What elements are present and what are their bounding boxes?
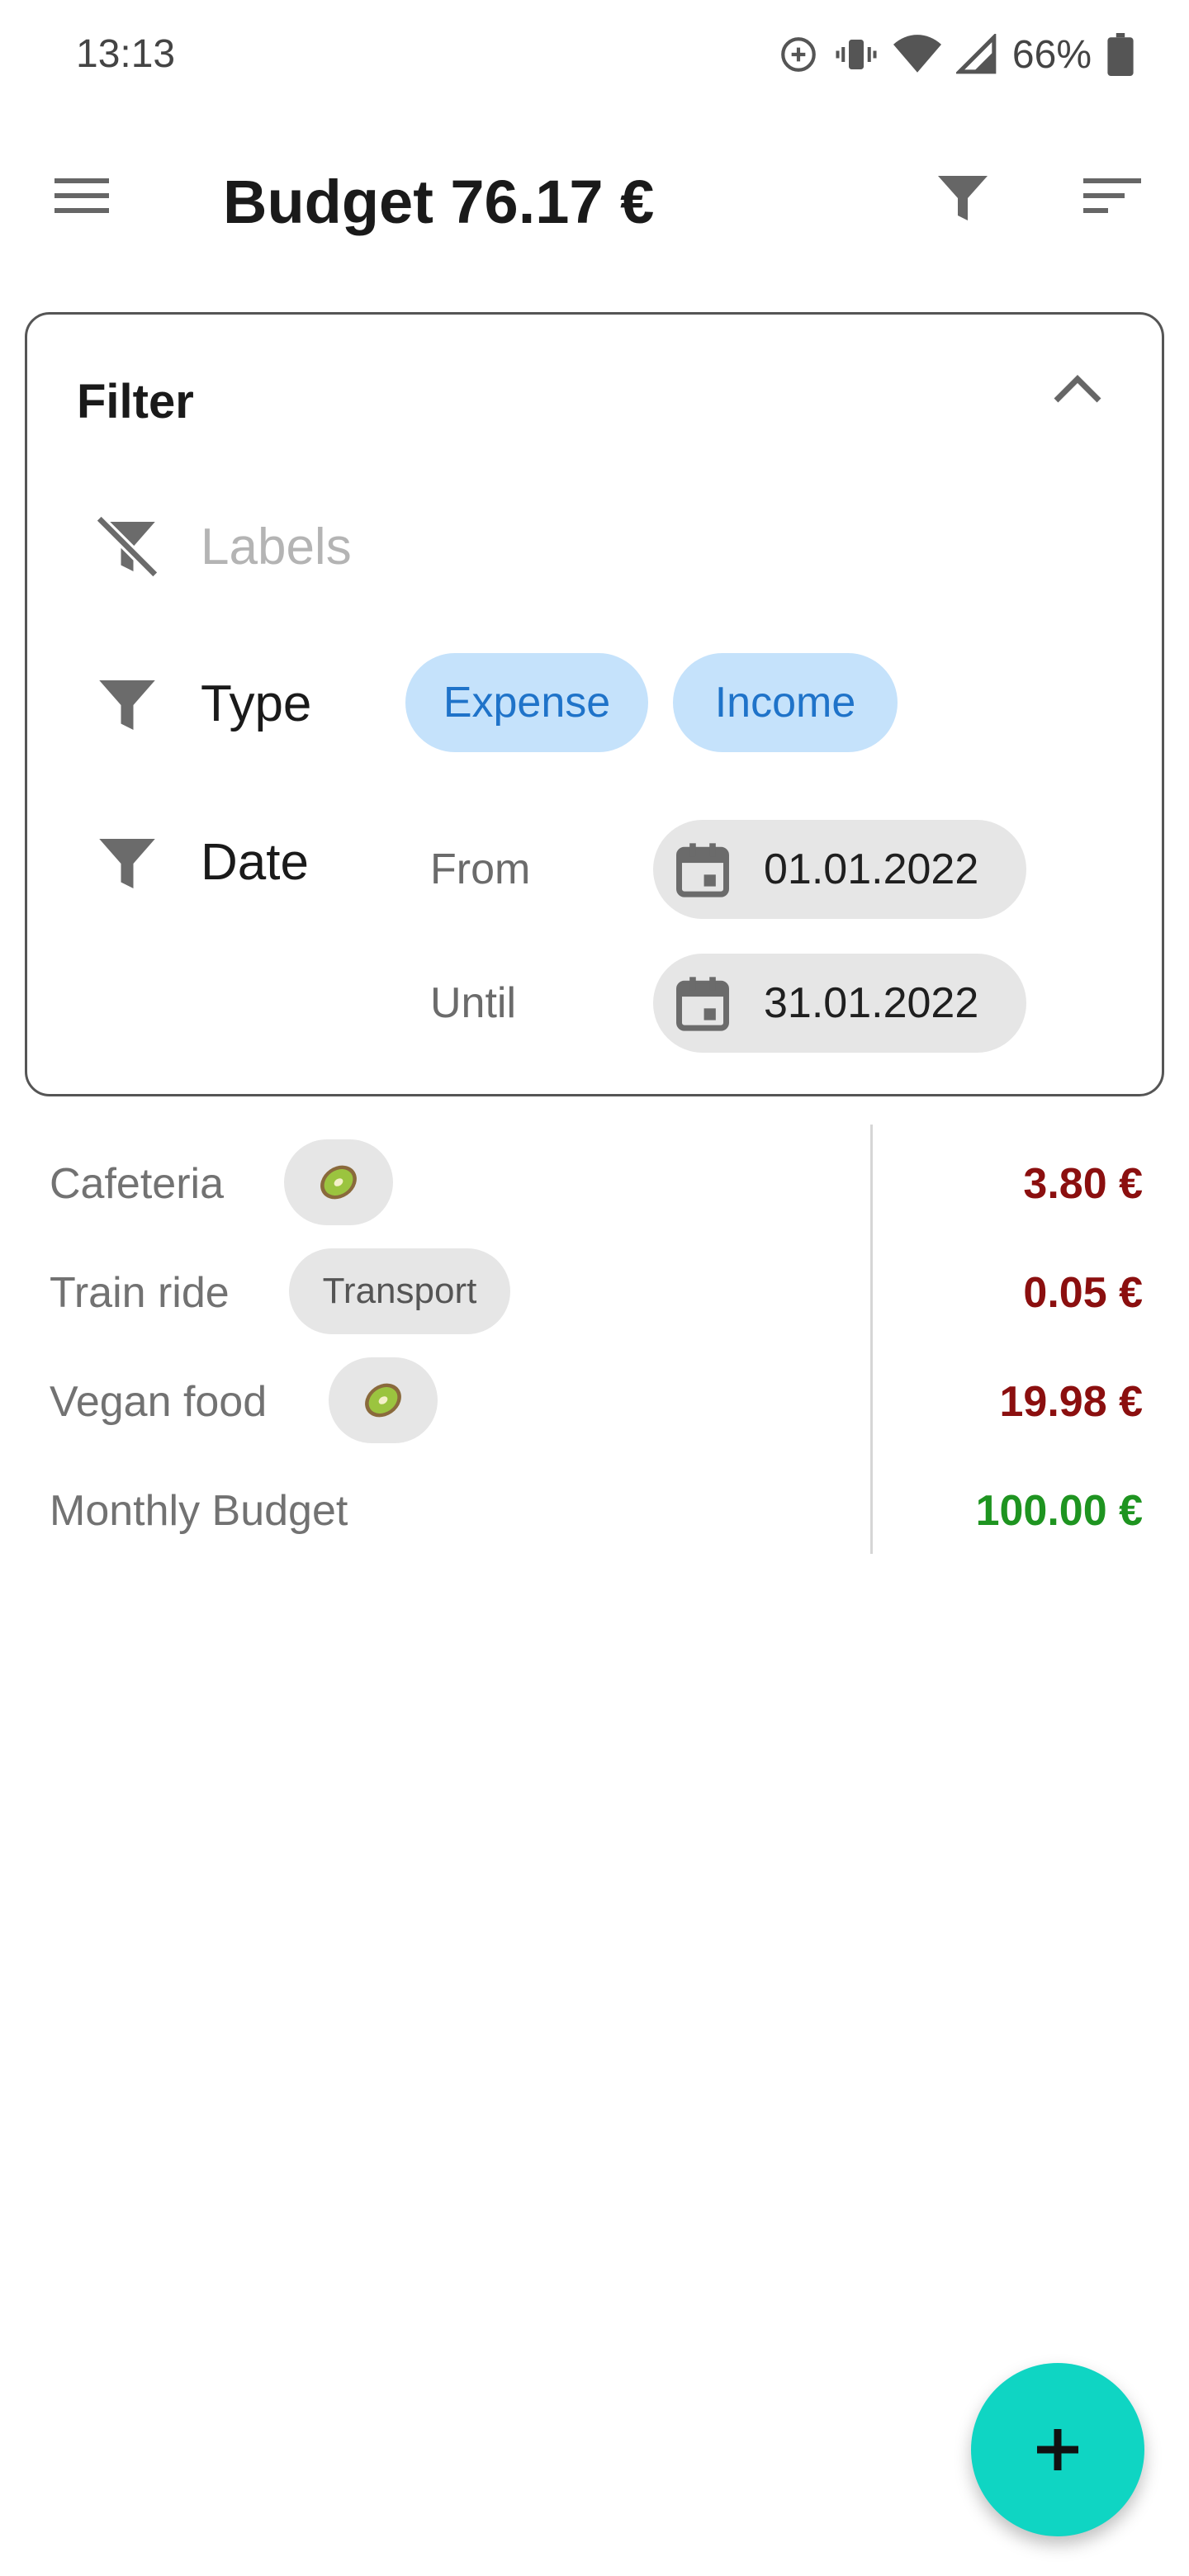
label-chip-kiwi[interactable]	[329, 1357, 438, 1443]
screen: 13:13 66% Budget 76.17 € Filter Labels T…	[0, 0, 1189, 2576]
from-date-value: 01.01.2022	[764, 845, 979, 893]
sort-button[interactable]	[1078, 173, 1153, 239]
battery-percentage: 66%	[1011, 32, 1092, 77]
type-chip-income[interactable]: Income	[673, 653, 898, 752]
data-saver-icon	[781, 37, 816, 72]
date-filter-toggle[interactable]	[90, 826, 164, 901]
plus-icon	[1037, 2429, 1078, 2470]
label-chip-transport[interactable]: Transport	[289, 1248, 510, 1334]
collapse-filter-button[interactable]	[1051, 371, 1117, 424]
type-label: Type	[201, 675, 312, 732]
from-label: From	[430, 845, 531, 893]
transaction-name[interactable]: Vegan food	[50, 1377, 267, 1427]
until-date-value: 31.01.2022	[764, 979, 979, 1027]
date-label: Date	[201, 834, 309, 891]
menu-button[interactable]	[48, 173, 127, 239]
transaction-name[interactable]: Cafeteria	[50, 1159, 224, 1209]
list-divider	[870, 1125, 873, 1554]
transaction-amount: 100.00 €	[975, 1487, 1143, 1535]
calendar-icon	[676, 977, 729, 1031]
transaction-amount: 19.98 €	[999, 1378, 1144, 1426]
filter-button[interactable]	[933, 168, 1004, 239]
menu-icon	[54, 178, 109, 213]
app-bar: Budget 76.17 €	[0, 132, 1189, 271]
status-bar: 13:13 66%	[0, 0, 1189, 112]
status-time: 13:13	[76, 32, 176, 76]
status-icons: 66%	[778, 30, 1135, 79]
filter-icon	[99, 839, 155, 888]
add-transaction-button[interactable]	[971, 2363, 1144, 2536]
kiwi-icon	[320, 1165, 357, 1200]
from-date-picker[interactable]: 01.01.2022	[653, 820, 1026, 919]
labels-filter-toggle[interactable]	[90, 509, 164, 584]
transaction-amount: 0.05 €	[1023, 1269, 1143, 1317]
transaction-amount: 3.80 €	[1023, 1160, 1143, 1208]
until-label: Until	[430, 979, 517, 1027]
filter-icon	[99, 680, 155, 730]
filter-title: Filter	[77, 375, 194, 429]
sort-icon	[1083, 178, 1141, 213]
wifi-icon	[893, 35, 941, 73]
filter-card: Filter Labels Type Expense Income Date F…	[25, 312, 1164, 1096]
transaction-name[interactable]: Train ride	[50, 1268, 230, 1318]
label-chip-kiwi[interactable]	[284, 1139, 393, 1225]
type-chip-expense[interactable]: Expense	[405, 653, 648, 752]
kiwi-icon	[365, 1383, 401, 1418]
filter-icon	[938, 176, 988, 220]
page-title: Budget 76.17 €	[223, 168, 655, 236]
filter-off-icon	[95, 514, 159, 579]
transaction-name[interactable]: Monthly Budget	[50, 1486, 348, 1536]
vibrate-icon	[836, 40, 877, 69]
battery-icon	[1107, 33, 1134, 76]
until-date-picker[interactable]: 31.01.2022	[653, 954, 1026, 1053]
calendar-icon	[676, 843, 729, 897]
signal-icon	[955, 34, 997, 74]
chevron-up-icon	[1054, 375, 1101, 403]
labels-input[interactable]: Labels	[201, 518, 352, 576]
type-filter-toggle[interactable]	[90, 668, 164, 742]
